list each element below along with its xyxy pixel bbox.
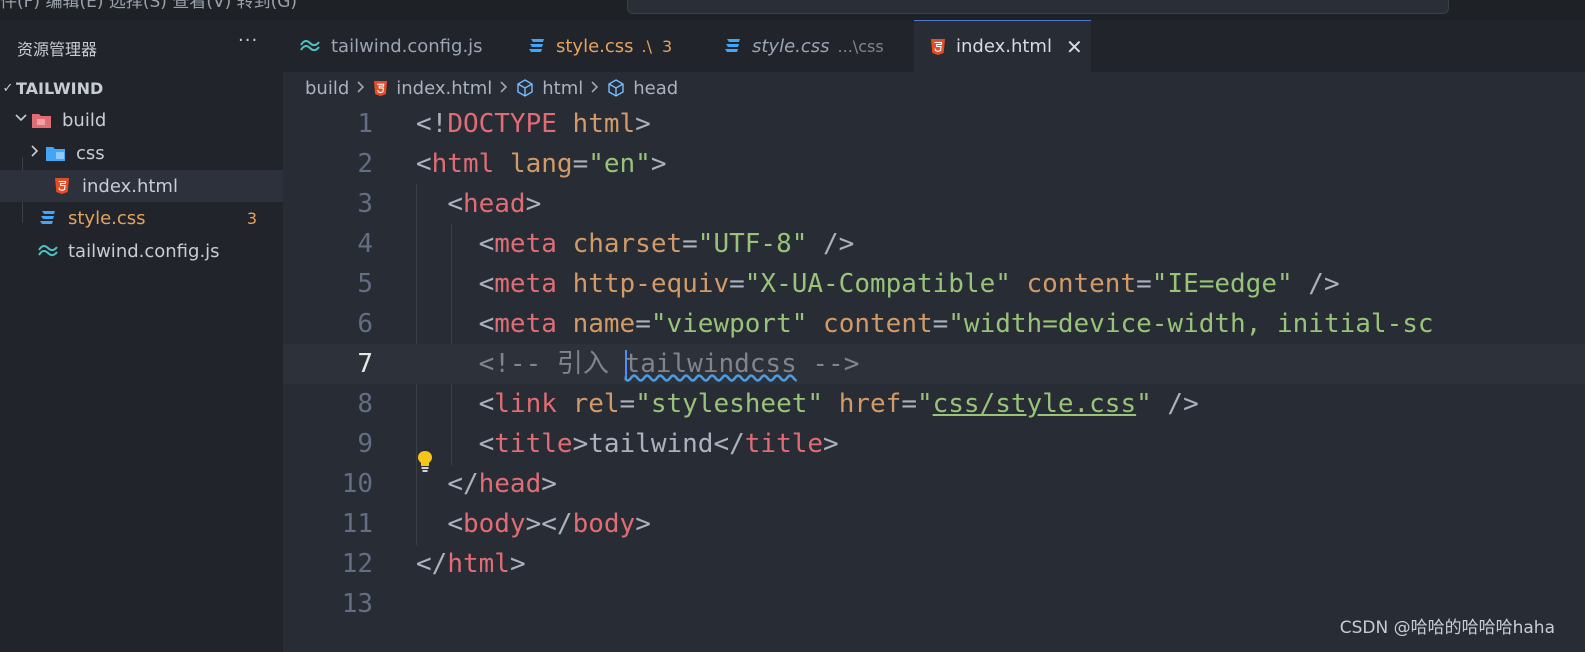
- breadcrumb-item-head[interactable]: head: [633, 78, 678, 99]
- tree-item-style-css[interactable]: style.css 3: [0, 202, 283, 234]
- tree-item-label: index.html: [82, 175, 178, 197]
- line-number: 12: [341, 549, 373, 579]
- line-number: 11: [341, 509, 373, 539]
- line-number: 13: [341, 589, 373, 619]
- breadcrumb-item-html[interactable]: html: [542, 78, 583, 99]
- problem-count-badge: 3: [662, 36, 673, 56]
- line-number: 4: [357, 229, 373, 259]
- code-editor[interactable]: 1 <!DOCTYPE html> 2 <html lang="en"> 3 <…: [283, 104, 1585, 652]
- line-number: 5: [357, 269, 373, 299]
- chevron-right-icon: [26, 144, 44, 162]
- html5-file-icon: [50, 176, 74, 196]
- tab-tailwind-config[interactable]: tailwind.config.js: [283, 20, 512, 72]
- code-text: <html lang="en">: [416, 149, 667, 179]
- symbol-element-icon: [607, 79, 625, 97]
- code-text: <meta name="viewport" content="width=dev…: [478, 309, 1434, 339]
- code-line[interactable]: 9 <title>tailwind</title>: [283, 424, 1585, 464]
- code-text: </head>: [447, 469, 557, 499]
- tab-path-hint: ...\css: [837, 36, 884, 56]
- line-number: 6: [357, 309, 373, 339]
- close-icon[interactable]: ✕: [1066, 35, 1083, 59]
- editor-tab-bar: tailwind.config.js style.css .\ 3 style.…: [283, 20, 1585, 72]
- explorer-title: 资源管理器: [17, 40, 98, 59]
- code-line[interactable]: 1 <!DOCTYPE html>: [283, 104, 1585, 144]
- line-number: 9: [357, 429, 373, 459]
- breadcrumb-item-index-html[interactable]: index.html: [396, 78, 492, 99]
- tailwind-icon: [299, 39, 321, 53]
- chevron-right-icon: [498, 78, 510, 99]
- html5-file-icon: [373, 80, 388, 97]
- code-line[interactable]: 4 <meta charset="UTF-8" />: [283, 224, 1585, 264]
- chevron-right-icon: [589, 78, 601, 99]
- tab-style-css-root[interactable]: style.css .\ 3: [512, 20, 708, 72]
- command-center-search[interactable]: [627, 0, 1449, 14]
- code-text: <body></body>: [447, 509, 651, 539]
- chevron-down-icon: ✓: [2, 80, 14, 96]
- folder-css-icon: [44, 143, 68, 163]
- code-line[interactable]: 2 <html lang="en">: [283, 144, 1585, 184]
- code-line[interactable]: 8 <link rel="stylesheet" href="css/style…: [283, 384, 1585, 424]
- link-href: css/style.css: [932, 389, 1137, 419]
- code-line[interactable]: 3 <head>: [283, 184, 1585, 224]
- line-number: 10: [341, 469, 373, 499]
- tab-label: tailwind.config.js: [331, 35, 483, 57]
- code-text: <link rel="stylesheet" href="css/style.c…: [478, 389, 1199, 419]
- code-line-current[interactable]: 7 <!-- 引入 tailwindcss -->: [283, 344, 1585, 384]
- problem-count-badge: 3: [246, 208, 257, 228]
- workspace-root-label: TAILWIND: [16, 78, 104, 98]
- tree-item-label: css: [76, 142, 105, 164]
- tab-label: style.css: [752, 35, 830, 57]
- tab-path-hint: .\: [641, 36, 653, 56]
- folder-open-icon: [30, 110, 54, 130]
- code-text: <!DOCTYPE html>: [416, 109, 651, 139]
- code-text: <meta http-equiv="X-UA-Compatible" conte…: [478, 269, 1340, 299]
- menu-text[interactable]: 件(F) 编辑(E) 选择(S) 查看(V) 转到(G): [0, 0, 297, 12]
- tab-label: index.html: [956, 36, 1052, 57]
- lightbulb-icon[interactable]: [416, 449, 434, 473]
- menubar: 件(F) 编辑(E) 选择(S) 查看(V) 转到(G): [0, 0, 1585, 20]
- tab-style-css-build[interactable]: style.css ...\css: [708, 20, 914, 72]
- line-number: 2: [357, 149, 373, 179]
- spellcheck-squiggle: tailwindcss: [624, 349, 797, 379]
- tailwind-icon: [36, 241, 60, 261]
- code-text: </html>: [416, 549, 526, 579]
- css3-file-icon: [528, 38, 546, 54]
- css3-file-icon: [724, 38, 742, 54]
- more-actions-icon[interactable]: ···: [238, 30, 258, 51]
- breadcrumb: build index.html html head: [283, 72, 1585, 104]
- tab-index-html[interactable]: index.html ✕: [914, 20, 1091, 72]
- code-line[interactable]: 12 </html>: [283, 544, 1585, 584]
- line-number: 1: [357, 109, 373, 139]
- code-line[interactable]: 6 <meta name="viewport" content="width=d…: [283, 304, 1585, 344]
- breadcrumb-item-build[interactable]: build: [305, 78, 349, 99]
- tab-label: style.css: [556, 35, 634, 57]
- code-line[interactable]: 11 <body></body>: [283, 504, 1585, 544]
- code-line[interactable]: 10 </head>: [283, 464, 1585, 504]
- css3-file-icon: [36, 208, 60, 228]
- workspace-root-tailwind[interactable]: ✓ TAILWIND: [0, 72, 283, 104]
- chevron-down-icon: [12, 111, 30, 129]
- line-number: 8: [357, 389, 373, 419]
- code-text: <!-- 引入 tailwindcss -->: [478, 349, 860, 380]
- line-number: 7: [357, 349, 373, 379]
- watermark: CSDN @哈哈的哈哈哈haha: [1339, 618, 1555, 638]
- symbol-element-icon: [516, 79, 534, 97]
- code-text: <head>: [447, 189, 542, 219]
- tree-item-label: build: [62, 109, 107, 131]
- explorer-sidebar: 资源管理器 ··· ✓ TAILWIND build css index.htm…: [0, 20, 283, 652]
- line-number: 3: [357, 189, 373, 219]
- tree-item-tailwind-config[interactable]: tailwind.config.js: [0, 235, 283, 267]
- chevron-right-icon: [355, 78, 367, 99]
- tree-item-label: tailwind.config.js: [68, 240, 220, 262]
- tree-item-css-folder[interactable]: css: [0, 137, 283, 169]
- code-text: <title>tailwind</title>: [478, 429, 839, 459]
- tree-item-index-html[interactable]: index.html: [0, 170, 283, 202]
- tree-item-label: style.css: [68, 207, 146, 229]
- code-text: <meta charset="UTF-8" />: [478, 229, 855, 259]
- code-line[interactable]: 5 <meta http-equiv="X-UA-Compatible" con…: [283, 264, 1585, 304]
- html5-file-icon: [930, 38, 946, 56]
- tree-item-build-folder[interactable]: build: [0, 104, 283, 136]
